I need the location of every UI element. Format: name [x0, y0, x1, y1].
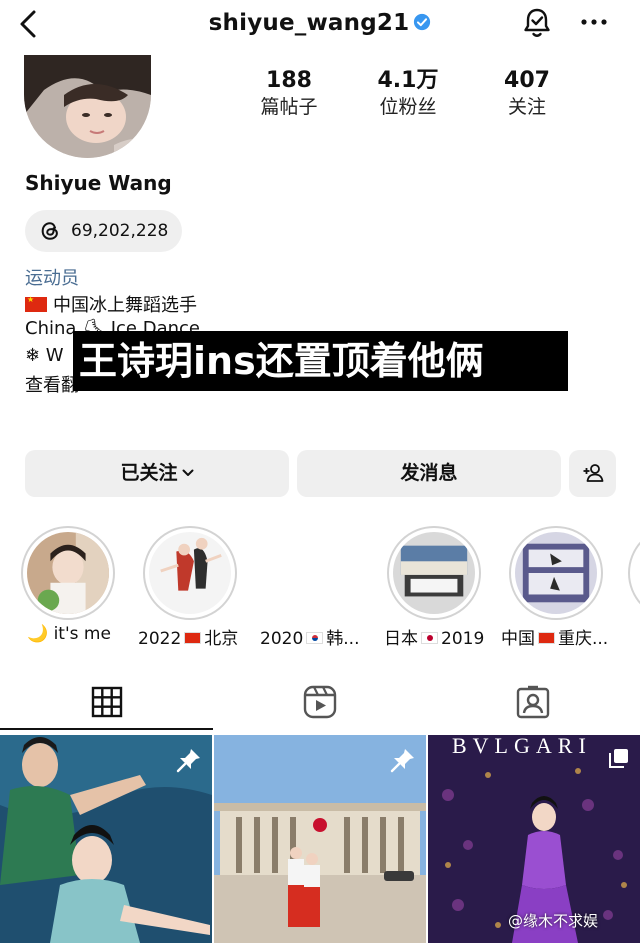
- following-button[interactable]: 已关注: [25, 450, 289, 497]
- more-options-icon[interactable]: [578, 10, 610, 34]
- watermark-text: @缘木不求娱: [508, 912, 599, 930]
- bio-line-1-text: 中国冰上舞蹈选手: [53, 295, 197, 316]
- china-flag-icon: [184, 632, 202, 644]
- stat-posts[interactable]: 188 篇帖子: [229, 68, 349, 120]
- avatar-photo: [24, 55, 151, 158]
- highlight-label-chongqing-city: 重庆...: [558, 629, 609, 649]
- following-button-label: 已关注: [120, 462, 178, 484]
- highlight-japan-2019-thumb: [393, 532, 475, 614]
- highlight-label-japan-country: 日本: [384, 629, 418, 649]
- highlight-2022-beijing[interactable]: [142, 526, 238, 620]
- highlight-label-2022: 2022 北京: [138, 624, 238, 649]
- stat-following-value: 407: [504, 68, 550, 93]
- pinned-icon: [390, 749, 414, 773]
- bio-line-4: 查看翻: [25, 375, 79, 396]
- threads-icon: [41, 222, 58, 240]
- highlight-japan-2019[interactable]: [386, 526, 482, 620]
- highlight-label-japan: 日本 2019: [384, 624, 484, 649]
- notification-bell-icon[interactable]: [521, 6, 553, 40]
- highlight-partial[interactable]: [628, 526, 640, 620]
- stat-following-label: 关注: [507, 96, 546, 118]
- bio-category: 运动员: [25, 268, 79, 289]
- highlight-label-2020-place: 韩...: [326, 629, 360, 649]
- stat-posts-label: 篇帖子: [260, 96, 318, 118]
- stat-posts-value: 188: [266, 68, 312, 93]
- profile-avatar[interactable]: [24, 55, 151, 158]
- highlight-china-chongqing-thumb: [515, 532, 597, 614]
- active-tab-indicator: [0, 728, 213, 730]
- chevron-down-icon: [182, 469, 193, 476]
- highlight-label-chongqing: 中国 重庆...: [501, 624, 608, 649]
- pinned-icon: [176, 749, 200, 773]
- highlight-its-me[interactable]: [20, 526, 116, 620]
- highlight-label-chongqing-country: 中国: [501, 629, 535, 649]
- overlay-caption: 王诗玥ins还置顶着他俩: [73, 331, 568, 391]
- highlight-label-2020-year: 2020: [260, 629, 304, 649]
- highlight-label-2022-city: 北京: [204, 629, 239, 649]
- post-tile-2[interactable]: [214, 735, 426, 943]
- highlight-its-me-thumb: [27, 532, 109, 614]
- highlight-label-2022-year: 2022: [138, 629, 182, 649]
- china-flag-icon: [538, 632, 555, 644]
- highlight-china-chongqing[interactable]: [508, 526, 604, 620]
- stat-followers-label: 位粉丝: [379, 96, 437, 118]
- highlight-label-2020: 2020 韩...: [260, 624, 359, 649]
- threads-badge[interactable]: 69,202,228: [25, 210, 182, 252]
- add-person-icon: [583, 464, 603, 482]
- japan-flag-icon: [421, 632, 438, 644]
- display-name: Shiyue Wang: [25, 171, 172, 195]
- highlight-label-its-me: 🌙 it's me: [27, 624, 111, 644]
- multi-image-icon: [609, 749, 628, 768]
- suggest-people-button[interactable]: [569, 450, 616, 497]
- bio-line-3: ❄ W: [25, 345, 64, 366]
- threads-count: 69,202,228: [71, 221, 169, 241]
- bio-line-1: 中国冰上舞蹈选手: [25, 291, 197, 317]
- stat-followers-value: 4.1万: [377, 68, 439, 93]
- profile-tabs: [0, 672, 640, 732]
- username-text: shiyue_wang21: [208, 10, 410, 36]
- tagged-icon[interactable]: [515, 684, 551, 720]
- stat-followers[interactable]: 4.1万 位粉丝: [348, 68, 468, 120]
- reels-icon[interactable]: [302, 684, 338, 720]
- verified-badge-icon: [414, 13, 431, 31]
- korea-flag-icon: [306, 632, 324, 644]
- highlight-2022-beijing-thumb: [149, 532, 231, 614]
- stat-following[interactable]: 407 关注: [467, 68, 587, 120]
- grid-icon[interactable]: [89, 684, 125, 720]
- top-bar: shiyue_wang21: [0, 0, 640, 50]
- post-tile-1[interactable]: [0, 735, 212, 943]
- message-button-label: 发消息: [400, 462, 458, 484]
- china-flag-icon: [25, 295, 47, 312]
- message-button[interactable]: 发消息: [297, 450, 561, 497]
- highlight-label-japan-year: 2019: [441, 629, 485, 649]
- brand-text: BVLGARI: [452, 735, 592, 758]
